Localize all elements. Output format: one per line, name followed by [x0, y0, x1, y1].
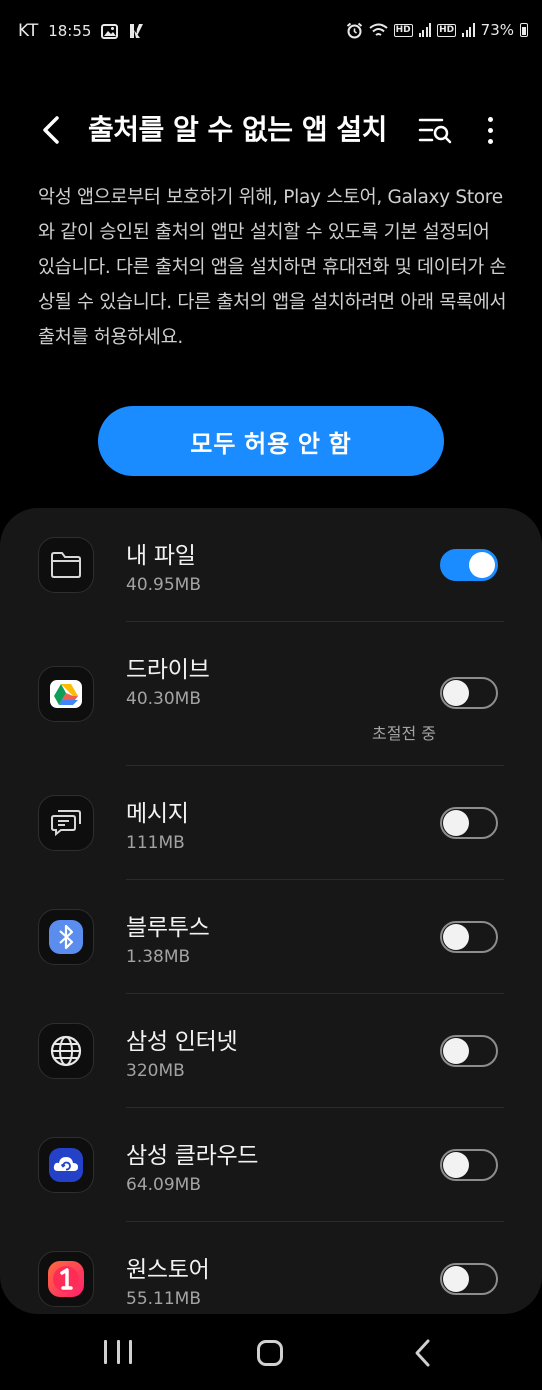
battery-icon	[520, 23, 528, 37]
gallery-notification-icon	[101, 23, 119, 39]
recent-apps-icon	[129, 1340, 132, 1364]
onestore-icon	[38, 1251, 94, 1307]
power-saving-note: 초절전 중	[372, 724, 436, 743]
signal-icon-2	[462, 23, 475, 37]
navigation-bar	[0, 1314, 542, 1390]
list-search-icon	[418, 118, 452, 144]
status-bar: KT 18:55 HD HD 73%	[0, 0, 542, 64]
app-list: 내 파일 40.95MB 드라이브 40.30MB 초절전 중 메시지 111M…	[0, 508, 542, 1314]
app-size: 320MB	[126, 1061, 185, 1081]
back-arrow-icon	[43, 116, 59, 144]
more-dot-icon	[487, 127, 493, 133]
app-name: 원스토어	[126, 1257, 210, 1283]
folder-icon	[38, 537, 94, 593]
app-size: 40.95MB	[126, 575, 201, 595]
description-text: 악성 앱으로부터 보호하기 위해, Play 스토어, Galaxy Store…	[38, 187, 507, 348]
app-size: 111MB	[126, 833, 185, 853]
list-item[interactable]: 드라이브 40.30MB 초절전 중	[0, 622, 542, 766]
app-size: 40.30MB	[126, 689, 201, 709]
app-size: 64.09MB	[126, 1175, 201, 1195]
app-size: 1.38MB	[126, 947, 191, 967]
app-notification-icon	[130, 24, 144, 38]
allow-toggle[interactable]	[440, 807, 498, 839]
disallow-all-button[interactable]: 모두 허용 안 함	[98, 406, 444, 476]
allow-toggle[interactable]	[440, 549, 498, 581]
carrier-label: KT	[18, 21, 39, 41]
bluetooth-icon	[38, 909, 94, 965]
toggle-knob	[443, 1152, 469, 1178]
more-dot-icon	[487, 138, 493, 144]
globe-icon	[38, 1023, 94, 1079]
allow-toggle[interactable]	[440, 1263, 498, 1295]
toggle-knob	[443, 924, 469, 950]
list-item[interactable]: 원스토어 55.11MB	[0, 1222, 542, 1314]
more-dot-icon	[487, 116, 493, 122]
toggle-knob	[443, 1266, 469, 1292]
allow-toggle[interactable]	[440, 677, 498, 709]
hd-voice-badge-2: HD	[437, 23, 457, 37]
app-name: 드라이브	[126, 657, 210, 683]
home-button[interactable]	[257, 1340, 283, 1366]
back-button[interactable]	[34, 110, 68, 150]
app-bar: 출처를 알 수 없는 앱 설치	[0, 100, 542, 160]
app-name: 삼성 인터넷	[126, 1029, 238, 1055]
clock: 18:55	[48, 22, 92, 40]
list-item[interactable]: 블루투스 1.38MB	[0, 880, 542, 994]
messages-icon	[38, 795, 94, 851]
app-name: 메시지	[126, 801, 189, 827]
signal-icon	[418, 23, 432, 37]
cloud-icon	[38, 1137, 94, 1193]
toggle-knob	[443, 1038, 469, 1064]
recent-apps-button[interactable]	[104, 1340, 132, 1364]
toggle-knob	[443, 810, 469, 836]
nav-back-icon	[415, 1339, 430, 1367]
recent-apps-icon	[104, 1340, 107, 1364]
toggle-knob	[443, 680, 469, 706]
nav-back-button[interactable]	[408, 1336, 438, 1370]
page-title: 출처를 알 수 없는 앱 설치	[88, 113, 387, 146]
list-item[interactable]: 삼성 클라우드 64.09MB	[0, 1108, 542, 1222]
battery-percent: 73%	[480, 21, 514, 39]
list-item[interactable]: 삼성 인터넷 320MB	[0, 994, 542, 1108]
list-item[interactable]: 메시지 111MB	[0, 766, 542, 880]
wifi-icon	[368, 23, 388, 36]
app-name: 내 파일	[126, 543, 196, 569]
google-drive-icon	[38, 666, 94, 722]
alarm-icon	[346, 22, 362, 38]
app-size: 55.11MB	[126, 1289, 201, 1309]
recent-apps-icon	[116, 1340, 120, 1364]
list-item[interactable]: 내 파일 40.95MB	[0, 508, 542, 622]
hd-voice-badge: HD	[393, 23, 413, 37]
app-name: 삼성 클라우드	[126, 1143, 259, 1169]
app-name: 블루투스	[126, 915, 210, 941]
search-button[interactable]	[414, 112, 454, 148]
toggle-knob	[469, 552, 495, 578]
more-options-button[interactable]	[474, 110, 506, 150]
allow-toggle[interactable]	[440, 1035, 498, 1067]
allow-toggle[interactable]	[440, 921, 498, 953]
allow-toggle[interactable]	[440, 1149, 498, 1181]
